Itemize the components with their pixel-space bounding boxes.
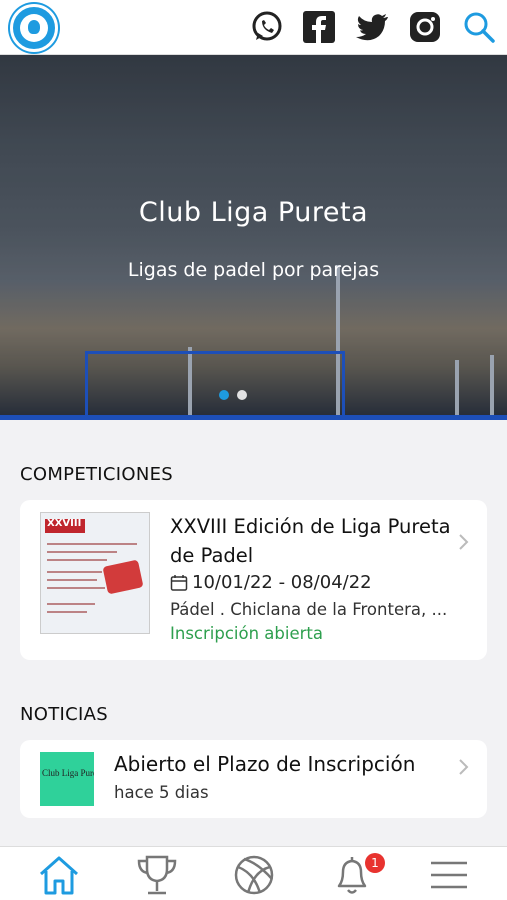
news-thumbnail: Club Liga Pureta <box>40 752 94 806</box>
home-icon[interactable] <box>37 853 81 897</box>
hero-banner[interactable]: Club Liga Pureta Ligas de padel por pare… <box>0 55 507 420</box>
competition-status: Inscripción abierta <box>170 624 323 643</box>
top-bar <box>0 0 507 55</box>
competition-dates: 10/01/22 - 08/04/22 <box>170 572 372 593</box>
news-section-title: NOTICIAS <box>20 704 108 725</box>
competition-title: XXVIII Edición de Liga Pureta de Padel <box>170 515 451 567</box>
search-icon[interactable] <box>461 9 497 45</box>
padel-court-fence <box>85 351 345 419</box>
competition-card[interactable]: XXVIII XXVIII Edición de Liga Pureta de … <box>20 500 487 660</box>
competition-dates-text: 10/01/22 - 08/04/22 <box>192 572 372 593</box>
club-logo-icon[interactable] <box>10 4 58 52</box>
facebook-icon[interactable] <box>301 9 337 45</box>
competition-poster: XXVIII <box>40 512 150 634</box>
competitions-section-title: COMPETICIONES <box>20 464 174 485</box>
news-card[interactable]: Club Liga Pureta Abierto el Plazo de Ins… <box>20 740 487 818</box>
carousel-dot-active[interactable] <box>219 390 229 400</box>
carousel-dot[interactable] <box>237 390 247 400</box>
twitter-icon[interactable] <box>354 9 390 45</box>
news-title: Abierto el Plazo de Inscripción <box>114 752 416 776</box>
chevron-right-icon <box>459 759 469 775</box>
chevron-right-icon <box>459 534 469 550</box>
competition-place: Pádel . Chiclana de la Frontera, ... <box>170 600 448 619</box>
menu-icon[interactable] <box>427 853 471 897</box>
bottom-tab-bar <box>0 846 507 900</box>
hero-title: Club Liga Pureta <box>138 197 369 228</box>
carousel-indicators <box>0 390 507 402</box>
calendar-icon <box>170 574 188 591</box>
news-time: hace 5 dias <box>114 783 209 802</box>
ball-icon[interactable] <box>232 853 276 897</box>
hero-subtitle: Ligas de padel por parejas <box>127 259 380 281</box>
trophy-icon[interactable] <box>135 853 179 897</box>
instagram-icon[interactable] <box>407 9 443 45</box>
notification-badge: 1 <box>365 853 385 873</box>
whatsapp-icon[interactable] <box>249 9 285 45</box>
